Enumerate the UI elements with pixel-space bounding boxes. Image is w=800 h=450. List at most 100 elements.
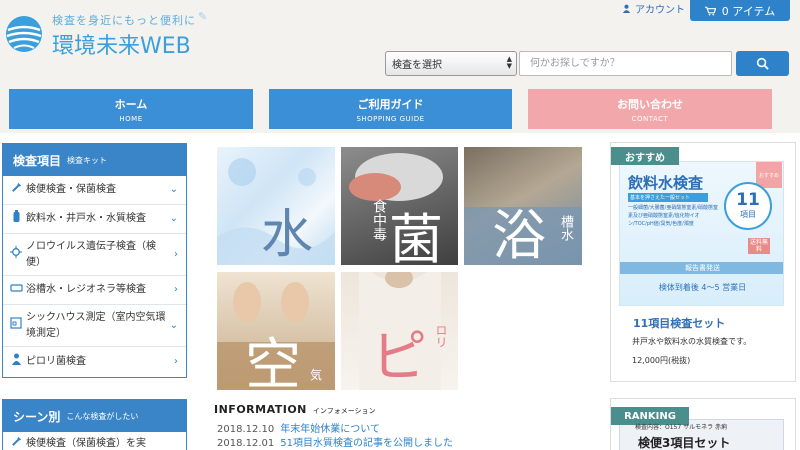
rec-image-report: 報告書発送	[620, 262, 783, 274]
pen-icon: ✎	[198, 10, 208, 23]
tile-water-kanji: 水	[261, 205, 314, 265]
virus-icon	[9, 245, 23, 264]
tile-bath-side-text: 槽水	[558, 215, 573, 241]
chevron-right-icon: ›	[174, 355, 178, 367]
select-value: 検査を選択	[392, 60, 442, 71]
tile-pylori[interactable]: ピ ロリ	[341, 272, 458, 390]
search-input[interactable]	[519, 51, 732, 76]
sidebar-item-label: シックハウス測定（室内空気環境測定）	[26, 311, 166, 339]
information-title: INFORMATION	[214, 403, 307, 416]
account-link[interactable]: アカウント	[622, 1, 685, 16]
sidebar-item-pylori[interactable]: ピロリ菌検査 ›	[3, 347, 186, 376]
chevron-right-icon: ›	[174, 248, 178, 260]
chevron-down-icon: ⌄	[169, 213, 178, 224]
tile-bacteria[interactable]: 食中毒 菌	[341, 147, 458, 265]
tile-bath[interactable]: 浴 槽水	[464, 147, 582, 265]
logo-globe-icon	[6, 16, 42, 52]
cart-label: 0 アイテム	[721, 4, 776, 18]
information-heading: INFORMATION インフォメーション	[214, 403, 376, 416]
bathtub-icon	[9, 282, 23, 298]
rec-image-free: 送料無料	[748, 238, 770, 254]
recommend-product-price: 12,000円(税抜)	[632, 356, 691, 365]
sidebar-item-label: 浴槽水・レジオネラ等検査	[26, 284, 146, 295]
sidebar-item-label: ピロリ菌検査	[26, 355, 86, 367]
inspection-select[interactable]: 検査を選択 ▲ ▼	[385, 51, 517, 76]
tile-bacteria-kanji: 菌	[389, 208, 443, 265]
nav-contact[interactable]: お問い合わせ CONTACT	[528, 89, 772, 129]
sidebar-item-label: ノロウイルス遺伝子検査（検便）	[26, 240, 156, 268]
information-subtitle: インフォメーション	[312, 407, 376, 415]
sidebar-item-water-test[interactable]: 飲料水・井戸水・水質検査 ⌄	[3, 205, 186, 234]
site-header: 検査を身近にもっと便利に ✎ 環境未来WEB アカウント 0 アイテム 検査を選…	[0, 0, 800, 133]
tile-air[interactable]: 空 気	[217, 272, 335, 390]
chevron-down-icon: ⌄	[169, 184, 178, 195]
search-button[interactable]	[736, 51, 789, 76]
recommend-panel: 飲料水検査 基本を押さえた一般セット おすすめ 11 項目 一般細菌/大腸菌/亜…	[610, 142, 796, 382]
nav-home-label: ホーム	[114, 97, 148, 111]
site-tagline: 検査を身近にもっと便利に	[52, 14, 196, 27]
news-date: 2018.12.01	[217, 438, 275, 449]
select-arrows-icon: ▲ ▼	[506, 55, 512, 70]
tile-water[interactable]: 水	[217, 147, 335, 265]
sidebar-item-label: 検便検査・保菌検査	[26, 184, 116, 195]
news-item: 2018.12.10 年末年始休業について	[217, 420, 380, 435]
tile-air-kanji: 空	[245, 333, 301, 390]
nav-guide-sublabel: SHOPPING GUIDE	[356, 114, 425, 123]
nav-home[interactable]: ホーム HOME	[9, 89, 253, 129]
dropper-icon	[9, 436, 23, 450]
sidebar-inspection-header: 検査項目 検査キット	[3, 144, 186, 176]
tile-bacteria-side-text: 食中毒	[371, 199, 387, 241]
rec-image-subtitle: 基本を押さえた一般セット	[628, 193, 708, 202]
site-logo[interactable]: 検査を身近にもっと便利に ✎ 環境未来WEB	[4, 10, 219, 59]
news-item: 2018.12.01 51項目水質検査の記事を公開しました	[217, 434, 453, 449]
tile-air-side-text: 気	[310, 368, 323, 382]
sidebar-scene-subtitle: こんな検査がしたい	[66, 411, 139, 421]
sidebar-inspection-panel: 検査項目 検査キット 検便検査・保菌検査 ⌄ 飲料水・井戸水・水質検査 ⌄ ノロ…	[2, 143, 187, 378]
water-bottle-icon	[9, 210, 23, 228]
ranking-image-name: 検便3項目セット	[638, 436, 731, 450]
dropper-icon	[9, 182, 23, 199]
cart-icon	[704, 6, 716, 15]
rec-image-days: 検体到着後 4～5 営業日	[658, 283, 747, 292]
rec-image-count-badge: 11 項目	[724, 182, 772, 230]
house-icon	[9, 316, 23, 335]
sidebar-item-scene-stool[interactable]: 検便検査（保菌検査）を実	[3, 432, 186, 450]
tile-pylori-kana: ピ	[371, 325, 427, 390]
recommend-product-name[interactable]: 11項目検査セット	[633, 315, 725, 331]
ranking-image-sub: 検査内容：O157 サルモネラ 赤痢	[635, 424, 727, 431]
nav-contact-sublabel: CONTACT	[631, 114, 669, 123]
site-title: 環境未来WEB	[52, 34, 191, 59]
recommend-label: おすすめ	[611, 147, 679, 165]
rec-image-unit: 項目	[740, 210, 756, 219]
sidebar-item-norovirus[interactable]: ノロウイルス遺伝子検査（検便） ›	[3, 234, 186, 276]
account-label: アカウント	[635, 4, 685, 16]
person-icon	[9, 353, 23, 371]
nav-shopping-guide[interactable]: ご利用ガイド SHOPPING GUIDE	[269, 89, 512, 129]
sidebar-item-sick-house[interactable]: シックハウス測定（室内空気環境測定） ⌄	[3, 305, 186, 347]
sidebar-item-stool-test[interactable]: 検便検査・保菌検査 ⌄	[3, 176, 186, 205]
tile-bath-kanji: 浴	[492, 204, 546, 265]
nav-home-sublabel: HOME	[119, 114, 143, 123]
ranking-panel: RANKING 検査内容：O157 サルモネラ 赤痢 検便3項目セット	[610, 398, 796, 450]
cart-button[interactable]: 0 アイテム	[690, 0, 790, 21]
chevron-down-icon: ⌄	[169, 319, 178, 331]
rec-image-badge: おすすめ	[756, 162, 782, 188]
sidebar-item-bath-water[interactable]: 浴槽水・レジオネラ等検査 ›	[3, 276, 186, 305]
search-icon	[756, 57, 769, 70]
rec-image-count: 11	[736, 190, 760, 210]
news-link[interactable]: 51項目水質検査の記事を公開しました	[280, 438, 453, 449]
sidebar-inspection-title: 検査項目	[13, 153, 62, 168]
sidebar-scene-panel: シーン別 こんな検査がしたい 検便検査（保菌検査）を実	[2, 399, 187, 450]
main-nav: ホーム HOME ご利用ガイド SHOPPING GUIDE お問い合わせ CO…	[9, 89, 772, 129]
tile-pylori-side-text: ロリ	[434, 324, 448, 348]
sidebar-scene-title: シーン別	[13, 409, 61, 424]
rec-image-items: 一般細菌/大腸菌/亜硝酸態窒素/硝酸態窒素及び亜硝酸態窒素/塩化物イオン/TOC…	[628, 205, 719, 227]
sidebar-scene-header: シーン別 こんな検査がしたい	[3, 400, 186, 432]
recommend-product-desc: 井戸水や飲料水の水質検査です。	[632, 337, 752, 346]
sidebar-item-label: 検便検査（保菌検査）を実	[26, 438, 146, 449]
user-icon	[622, 4, 631, 13]
nav-contact-label: お問い合わせ	[617, 97, 683, 111]
chevron-right-icon: ›	[174, 284, 178, 295]
rec-image-title: 飲料水検査	[628, 174, 704, 192]
recommend-product-image[interactable]: 飲料水検査 基本を押さえた一般セット おすすめ 11 項目 一般細菌/大腸菌/亜…	[619, 161, 784, 306]
